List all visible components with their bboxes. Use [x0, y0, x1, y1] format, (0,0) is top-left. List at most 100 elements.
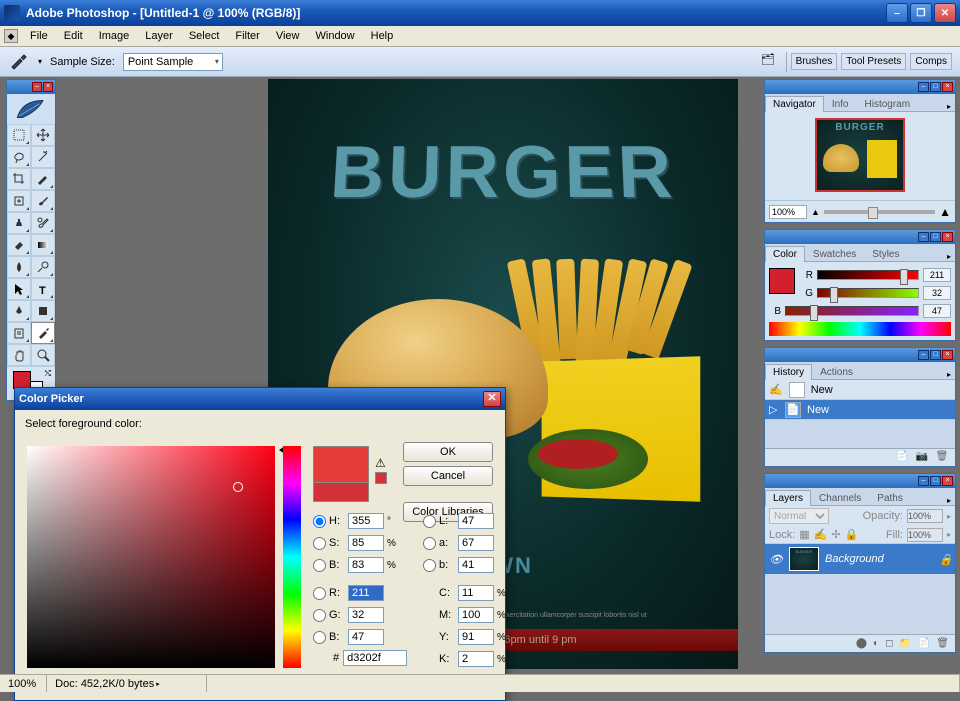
healing-brush-tool[interactable]	[7, 190, 31, 212]
gamut-warning-icon[interactable]: ⚠	[375, 456, 386, 470]
path-selection-tool[interactable]	[7, 278, 31, 300]
maximize-button[interactable]: ❐	[910, 3, 932, 23]
r-slider[interactable]	[817, 270, 919, 280]
tab-history[interactable]: History	[765, 364, 812, 380]
panel-minimize-icon[interactable]: –	[918, 232, 929, 242]
b-slider[interactable]	[785, 306, 919, 316]
notes-tool[interactable]	[7, 322, 31, 344]
tab-info[interactable]: Info	[824, 96, 857, 112]
h-field[interactable]	[348, 513, 384, 529]
panel-maximize-icon[interactable]: □	[930, 350, 941, 360]
dodge-tool[interactable]	[31, 256, 55, 278]
r-value[interactable]: 211	[923, 268, 951, 282]
color-spectrum[interactable]	[769, 322, 951, 336]
layer-style-icon[interactable]: ◐	[873, 638, 879, 649]
zoom-in-icon[interactable]: ▲	[939, 205, 951, 219]
navigator-thumbnail[interactable]: BURGER	[815, 118, 905, 192]
tab-layers[interactable]: Layers	[765, 490, 811, 506]
history-state-row[interactable]: ▷📄New	[765, 400, 955, 420]
link-icon[interactable]: ⬤	[856, 638, 867, 649]
c-field[interactable]	[458, 585, 494, 601]
tab-paths[interactable]: Paths	[869, 490, 911, 506]
panel-close-icon[interactable]: ×	[942, 232, 953, 242]
menu-view[interactable]: View	[268, 28, 308, 44]
eraser-tool[interactable]	[7, 234, 31, 256]
ok-button[interactable]: OK	[403, 442, 493, 462]
menu-edit[interactable]: Edit	[56, 28, 91, 44]
history-snapshot-row[interactable]: ✍New	[765, 380, 955, 400]
tab-histogram[interactable]: Histogram	[857, 96, 919, 112]
brush-source-icon[interactable]: ✍	[769, 383, 783, 396]
g-slider[interactable]	[817, 288, 919, 298]
sample-size-dropdown[interactable]: Point Sample	[123, 53, 223, 71]
shape-tool[interactable]	[31, 300, 55, 322]
new-snapshot-icon[interactable]: 📷	[915, 451, 929, 465]
fill-input[interactable]	[907, 528, 943, 542]
l-radio[interactable]	[423, 515, 436, 528]
tool-presets-tab[interactable]: Tool Presets	[841, 53, 906, 70]
panel-close-icon[interactable]: ×	[942, 82, 953, 92]
layer-row-background[interactable]: 👁 Background 🔒	[765, 544, 955, 574]
b-field[interactable]	[348, 629, 384, 645]
hand-tool[interactable]	[7, 344, 31, 366]
bv-radio[interactable]	[313, 559, 326, 572]
lock-position-icon[interactable]: ✢	[831, 528, 840, 541]
status-zoom[interactable]: 100%	[0, 675, 47, 692]
crop-tool[interactable]	[7, 168, 31, 190]
blur-tool[interactable]	[7, 256, 31, 278]
menu-help[interactable]: Help	[363, 28, 402, 44]
s-field[interactable]	[348, 535, 384, 551]
panel-close-icon[interactable]: ×	[942, 350, 953, 360]
bv-field[interactable]	[348, 557, 384, 573]
tab-navigator[interactable]: Navigator	[765, 96, 824, 112]
lasso-tool[interactable]	[7, 146, 31, 168]
magic-wand-tool[interactable]	[31, 146, 55, 168]
g-value[interactable]: 32	[923, 286, 951, 300]
tab-channels[interactable]: Channels	[811, 490, 869, 506]
old-color-swatch[interactable]	[313, 482, 369, 502]
new-layer-icon[interactable]: 📄	[918, 638, 930, 649]
lock-pixels-icon[interactable]: ✍	[814, 528, 828, 541]
panel-menu-icon[interactable]: ▸	[943, 370, 955, 379]
zoom-tool[interactable]	[31, 344, 55, 366]
marquee-tool[interactable]	[7, 124, 31, 146]
dialog-title-bar[interactable]: Color Picker ✕	[15, 388, 505, 410]
zoom-out-icon[interactable]: ▲	[811, 207, 820, 217]
new-group-icon[interactable]: 📁	[899, 638, 911, 649]
lock-transparent-icon[interactable]: ▦	[799, 528, 809, 541]
tab-styles[interactable]: Styles	[864, 246, 907, 262]
pen-tool[interactable]	[7, 300, 31, 322]
layer-mask-icon[interactable]: ◻	[885, 638, 893, 649]
status-doc-size[interactable]: Doc: 452,2K/0 bytes▸	[47, 675, 207, 692]
move-tool[interactable]	[31, 124, 55, 146]
eyedropper-tool[interactable]	[31, 322, 55, 344]
opacity-arrow-icon[interactable]: ▸	[947, 512, 951, 521]
r-field[interactable]	[348, 585, 384, 601]
menu-select[interactable]: Select	[181, 28, 228, 44]
lock-all-icon[interactable]: 🔒	[845, 528, 859, 541]
gamut-color-swatch[interactable]	[375, 472, 387, 484]
panel-menu-icon[interactable]: ▸	[943, 496, 955, 505]
color-foreground-swatch[interactable]	[769, 268, 795, 294]
y-field[interactable]	[458, 629, 494, 645]
lab-b-field[interactable]	[458, 557, 494, 573]
panel-menu-icon[interactable]: ▸	[943, 102, 955, 111]
opacity-input[interactable]	[907, 509, 943, 523]
swap-colors-icon[interactable]: ⤭	[45, 369, 51, 379]
panel-maximize-icon[interactable]: □	[930, 476, 941, 486]
eye-icon[interactable]: 👁	[769, 553, 783, 566]
tab-actions[interactable]: Actions	[812, 364, 861, 380]
history-brush-tool[interactable]	[31, 212, 55, 234]
type-tool[interactable]: T	[31, 278, 55, 300]
menu-file[interactable]: File	[22, 28, 56, 44]
hex-field[interactable]	[343, 650, 407, 666]
fill-arrow-icon[interactable]: ▸	[947, 530, 951, 539]
eyedropper-tool-icon[interactable]	[8, 53, 30, 71]
tools-close-icon[interactable]: ×	[43, 82, 53, 92]
menu-window[interactable]: Window	[308, 28, 363, 44]
cancel-button[interactable]: Cancel	[403, 466, 493, 486]
panel-minimize-icon[interactable]: –	[918, 476, 929, 486]
tab-swatches[interactable]: Swatches	[805, 246, 864, 262]
lab-b-radio[interactable]	[423, 559, 436, 572]
a-radio[interactable]	[423, 537, 436, 550]
